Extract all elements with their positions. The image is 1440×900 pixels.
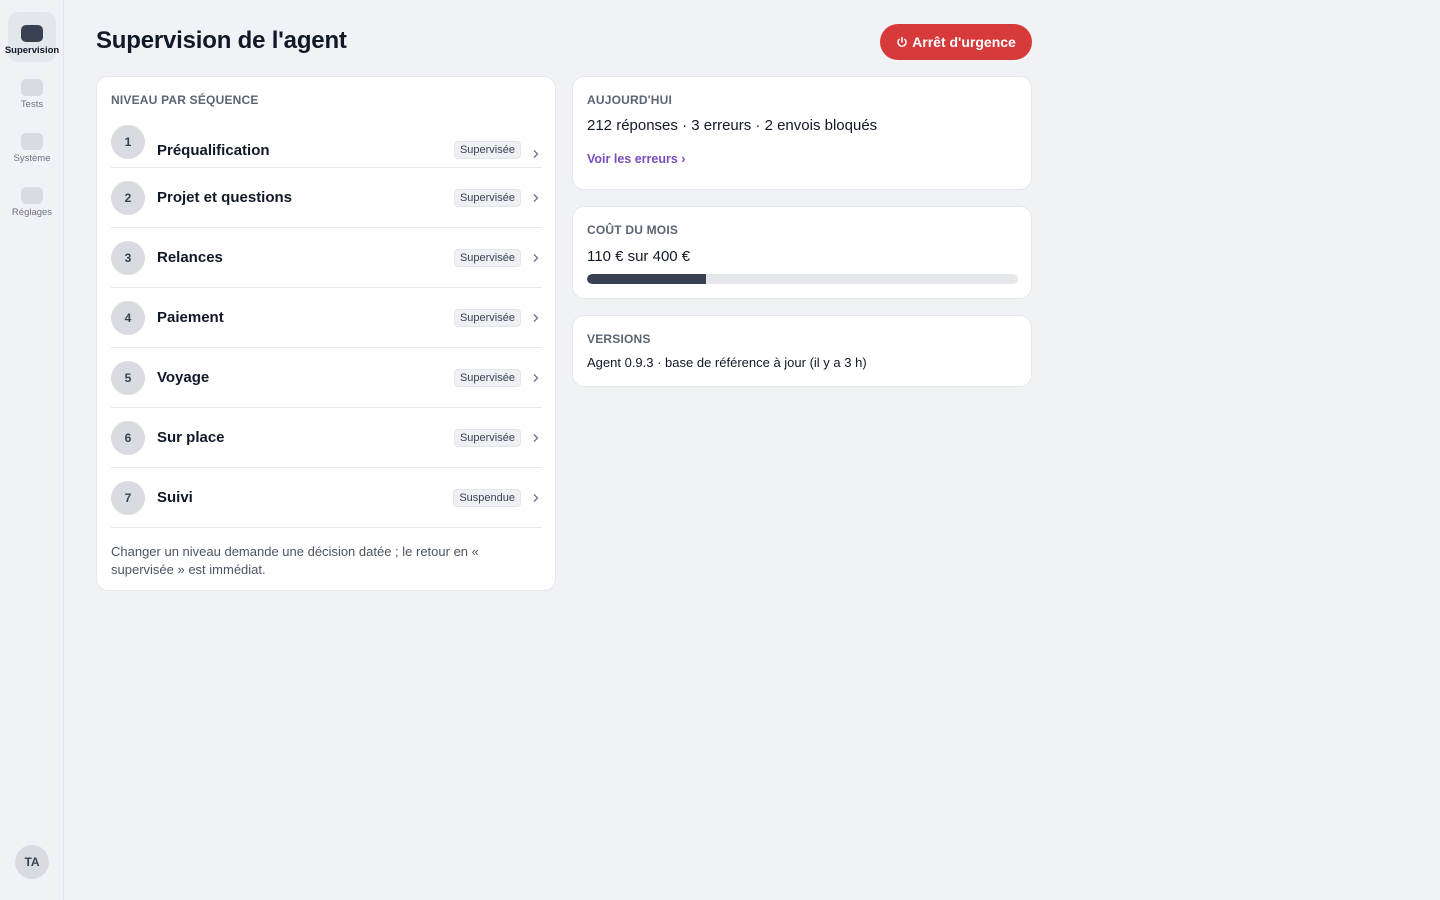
cost-progress-bar (587, 274, 1018, 284)
sidebar-item-label: Supervision (4, 45, 60, 56)
status-badge: Supervisée (453, 188, 521, 207)
sequence-name: Voyage (157, 369, 210, 386)
versions-card: VERSIONS Agent 0.9.3 · base de référence… (572, 315, 1032, 387)
sequence-row-relances[interactable]: 3 Relances Supervisée (111, 228, 542, 288)
chevron-right-icon (533, 433, 539, 442)
monthly-cost-card: COÛT DU MOIS 110 € sur 400 € (572, 206, 1032, 299)
sequence-name: Paiement (157, 309, 224, 326)
page-title: Supervision de l'agent (96, 27, 347, 54)
sequence-row-prequalification[interactable]: 1 Préqualification Supervisée (111, 121, 542, 168)
sequence-number: 2 (111, 180, 145, 215)
system-icon (21, 133, 43, 150)
today-card: AUJOURD'HUI 212 réponses · 3 erreurs · 2… (572, 76, 1032, 190)
sequence-name: Suivi (157, 489, 193, 506)
sequence-number: 6 (111, 420, 145, 455)
sidebar-item-label: Réglages (11, 207, 53, 218)
supervision-icon (21, 25, 43, 42)
status-badge: Supervisée (453, 308, 521, 327)
settings-icon (21, 187, 43, 204)
sequence-levels-card: NIVEAU PAR SÉQUENCE 1 Préqualification S… (96, 76, 556, 591)
chevron-right-icon (533, 253, 539, 262)
sequence-name: Projet et questions (157, 189, 293, 206)
emergency-stop-button[interactable]: Arrêt d'urgence (880, 24, 1032, 60)
card-title: VERSIONS (587, 332, 651, 346)
sidebar-item-tests[interactable]: Tests (8, 66, 56, 116)
sequence-list: 1 Préqualification Supervisée 2 Projet e… (111, 121, 542, 528)
chevron-right-icon (533, 150, 539, 158)
status-badge: Suspendue (453, 488, 521, 507)
status-badge: Supervisée (453, 248, 521, 267)
today-stats: 212 réponses · 3 erreurs · 2 envois bloq… (587, 117, 878, 134)
chevron-right-icon (533, 493, 539, 502)
sequence-name: Relances (157, 249, 223, 266)
sequence-row-suivi[interactable]: 7 Suivi Suspendue (111, 468, 542, 528)
status-badge: Supervisée (453, 368, 521, 387)
sequence-row-voyage[interactable]: 5 Voyage Supervisée (111, 348, 542, 408)
sidebar-item-label: Système (13, 153, 51, 164)
sequence-number: 5 (111, 360, 145, 395)
status-badge: Supervisée (453, 141, 521, 159)
sequence-name: Sur place (157, 429, 225, 446)
power-icon (897, 36, 907, 47)
card-title: AUJOURD'HUI (587, 93, 673, 107)
sequence-name: Préqualification (157, 142, 270, 159)
sequence-row-projet[interactable]: 2 Projet et questions Supervisée (111, 168, 542, 228)
sequence-row-paiement[interactable]: 4 Paiement Supervisée (111, 288, 542, 348)
sidebar-item-label: Tests (20, 99, 44, 110)
tests-icon (21, 79, 43, 96)
avatar[interactable]: TA (15, 845, 49, 879)
sidebar-item-supervision[interactable]: Supervision (5, 12, 59, 62)
chevron-right-icon (533, 373, 539, 382)
sequence-number: 4 (111, 300, 145, 335)
cost-value: 110 € sur 400 € (587, 248, 691, 265)
sidebar-item-systeme[interactable]: Système (8, 120, 56, 170)
app: Supervision Tests Système Réglages TA Su… (0, 0, 1440, 900)
emergency-stop-label: Arrêt d'urgence (912, 34, 1016, 50)
sidebar: Supervision Tests Système Réglages TA (0, 0, 64, 900)
card-title: NIVEAU PAR SÉQUENCE (111, 93, 259, 107)
sequence-number: 3 (111, 240, 145, 275)
chevron-right-icon (533, 313, 539, 322)
versions-text: Agent 0.9.3 · base de référence à jour (… (587, 355, 867, 370)
sequence-number: 7 (111, 480, 145, 515)
chevron-right-icon (533, 193, 539, 202)
card-title: COÛT DU MOIS (587, 223, 679, 237)
sidebar-item-reglages[interactable]: Réglages (8, 174, 56, 224)
sequence-note: Changer un niveau demande une décision d… (111, 544, 479, 577)
view-errors-link[interactable]: Voir les erreurs › (587, 152, 685, 166)
sequence-row-sur-place[interactable]: 6 Sur place Supervisée (111, 408, 542, 468)
sequence-number: 1 (111, 125, 145, 159)
status-badge: Supervisée (453, 428, 521, 447)
cost-progress-fill (587, 274, 706, 284)
